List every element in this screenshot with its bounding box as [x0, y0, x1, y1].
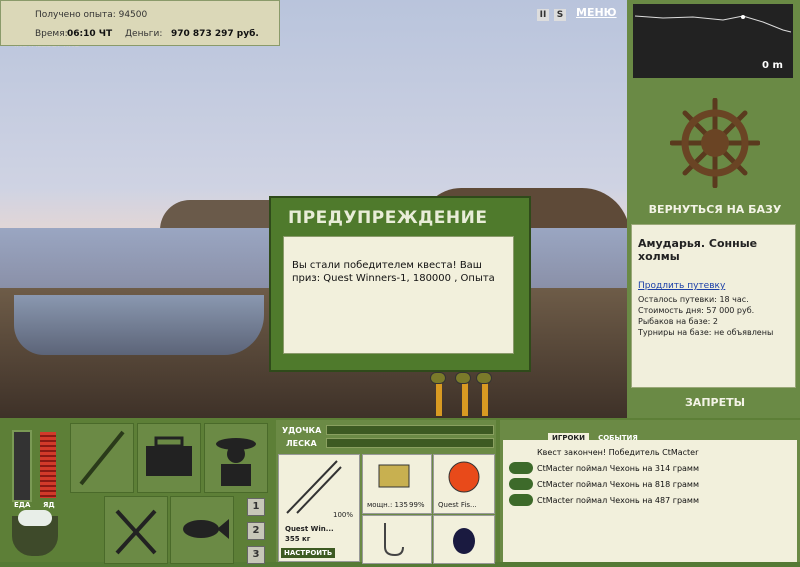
tackle-box-icon: [146, 436, 192, 476]
float-head-icon: [455, 372, 471, 384]
bait-slot[interactable]: Quest Fis...: [433, 454, 495, 514]
rod-slot[interactable]: Quest Win... 355 кг 100% НАСТРОИТЬ: [278, 454, 360, 562]
float-head-icon: [476, 372, 492, 384]
exp-label: Получено опыта: 94500: [35, 10, 148, 20]
setup-button[interactable]: НАСТРОИТЬ: [281, 548, 336, 558]
float-3[interactable]: [482, 380, 488, 416]
fish-icon: [509, 494, 533, 506]
rod-name: Quest Win...: [285, 525, 334, 533]
fork-knife-icon: [115, 509, 157, 555]
dialog-body: Вы стали победителем квеста! Ваш приз: Q…: [283, 236, 514, 354]
info-row: Рыбаков на базе: 2: [638, 317, 718, 326]
time-label: Время:: [35, 29, 68, 39]
rod-tile[interactable]: [70, 423, 134, 493]
food-bar: [12, 430, 32, 502]
float-head-icon: [430, 372, 446, 384]
boat: [14, 295, 264, 355]
rod-tension-label: УДОЧКА: [282, 426, 322, 435]
money-label: Деньги:: [125, 29, 163, 39]
slot-2-button[interactable]: 2: [247, 522, 265, 540]
hook-slot[interactable]: [362, 515, 432, 564]
beetle-icon: [453, 528, 475, 554]
rod-icon: [79, 430, 125, 486]
poison-bar-fill: [40, 432, 56, 498]
fish-icon: [509, 462, 533, 474]
chat-line: CtMacter поймал Чехонь на 314 грамм: [537, 464, 699, 473]
lure-slot[interactable]: [433, 515, 495, 564]
ship-wheel-icon[interactable]: [669, 97, 761, 189]
rod-icon: [286, 460, 342, 514]
chat-line: CtMacter поймал Чехонь на 818 грамм: [537, 480, 699, 489]
slot-3-button[interactable]: 3: [247, 546, 265, 564]
hook-icon: [384, 523, 404, 557]
reel-percent: 99%: [409, 501, 425, 509]
pause-button[interactable]: II: [537, 9, 549, 21]
chat-body: Квест закончен! Победитель CtMacter CtMa…: [503, 440, 797, 562]
bans-button[interactable]: ЗАПРЕТЫ: [640, 396, 790, 409]
location-info-panel: Амударья. Сонные холмы Продлить путевку …: [631, 224, 796, 388]
fish-icon: [509, 478, 533, 490]
stats-panel: Получено опыта: 94500 Время: 06:10 ЧТ Де…: [0, 0, 280, 46]
food-tile[interactable]: [104, 496, 168, 564]
poison-label: ЯД: [43, 501, 55, 509]
reel-icon: [378, 464, 410, 488]
line-tension-bar: [326, 438, 494, 448]
dialog-message: Вы стали победителем квеста! Ваш приз: Q…: [292, 260, 495, 284]
extend-permit-link[interactable]: Продлить путевку: [638, 281, 725, 291]
time-value: 06:10 ЧТ: [67, 29, 113, 39]
fisherman-tile[interactable]: [204, 423, 268, 493]
info-row: Стоимость дня: 57 000 руб.: [638, 306, 755, 315]
float-2[interactable]: [462, 380, 468, 416]
rod-tension-bar: [326, 425, 494, 435]
bait-icon: [448, 461, 480, 493]
bait-name: Quest Fis...: [438, 501, 477, 509]
chat-line: Квест закончен! Победитель CtMacter: [537, 448, 699, 457]
rod-percent: 100%: [333, 511, 354, 519]
info-row: Турниры на базе: не объявлены: [638, 328, 774, 337]
slot-1-button[interactable]: 1: [247, 498, 265, 516]
money-value: 970 873 297 руб.: [171, 29, 259, 39]
location-title: Амударья. Сонные холмы: [638, 237, 758, 263]
info-row: Осталось путевки: 18 час.: [638, 295, 749, 304]
menu-button[interactable]: МЕНЮ: [576, 6, 617, 19]
reel-power: мощн.: 135: [367, 501, 408, 509]
tackle-box-tile[interactable]: [137, 423, 201, 493]
fish-tile[interactable]: [170, 496, 234, 564]
depth-value: 0 m: [762, 60, 783, 71]
fish-icon: [183, 519, 229, 539]
float-1[interactable]: [436, 380, 442, 416]
line-tension-label: ЛЕСКА: [286, 439, 317, 448]
reel-slot[interactable]: мощн.: 135 99%: [362, 454, 432, 514]
sound-button[interactable]: S: [554, 9, 566, 21]
food-label: ЕДА: [14, 501, 31, 509]
rod-weight: 355 кг: [285, 535, 311, 543]
chat-line: CtMacter поймал Чехонь на 487 грамм: [537, 496, 699, 505]
cauldron-icon[interactable]: [12, 510, 58, 556]
return-to-base-button[interactable]: ВЕРНУТЬСЯ НА БАЗУ: [640, 203, 790, 216]
dialog-title: ПРЕДУПРЕЖДЕНИЕ: [288, 208, 488, 228]
fisherman-icon: [216, 438, 256, 486]
